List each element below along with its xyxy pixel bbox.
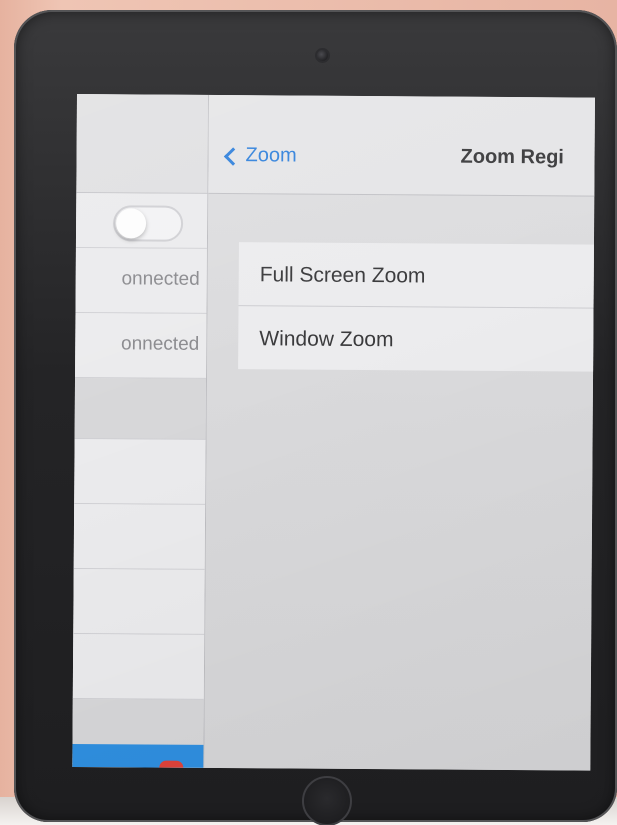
home-button-icon[interactable]: [302, 776, 352, 825]
list-item-value: onnected: [120, 333, 200, 355]
page-title: Zoom Regi: [460, 145, 564, 169]
option-window-zoom[interactable]: Window Zoom: [238, 305, 595, 372]
option-label: Full Screen Zoom: [259, 263, 426, 288]
back-button[interactable]: Zoom: [223, 144, 297, 167]
list-item[interactable]: [73, 503, 206, 570]
toggle-row: [75, 192, 208, 249]
list-item-value: onnected: [121, 268, 200, 290]
notification-badge: [159, 760, 184, 768]
camera-icon: [317, 50, 328, 61]
selected-item-highlight[interactable]: [72, 743, 204, 768]
zoom-region-options: Full Screen Zoom Window Zoom: [238, 242, 595, 372]
tablet-device: onnected onnected Zoom Zoom Regi Full Sc…: [14, 10, 617, 825]
list-item[interactable]: onnected: [75, 247, 207, 314]
detail-nav-bar: Zoom Zoom Regi: [208, 94, 595, 197]
tablet-screen: onnected onnected Zoom Zoom Regi Full Sc…: [72, 94, 595, 771]
list-item[interactable]: [73, 568, 205, 635]
option-label: Window Zoom: [259, 327, 394, 352]
settings-detail-pane: Zoom Zoom Regi Full Screen Zoom Window Z…: [204, 94, 595, 771]
switch-knob: [115, 208, 147, 239]
settings-master-pane: onnected onnected: [72, 94, 209, 768]
back-button-label: Zoom: [245, 144, 297, 167]
list-item[interactable]: [74, 438, 206, 505]
photo-frame: onnected onnected Zoom Zoom Regi Full Sc…: [0, 0, 617, 825]
list-item[interactable]: onnected: [75, 312, 207, 379]
list-item[interactable]: [72, 633, 205, 700]
switch-toggle[interactable]: [112, 205, 184, 242]
option-full-screen-zoom[interactable]: Full Screen Zoom: [239, 242, 595, 308]
chevron-left-icon: [223, 146, 243, 166]
master-nav-bar: [76, 94, 208, 194]
section-separator: [74, 377, 207, 440]
